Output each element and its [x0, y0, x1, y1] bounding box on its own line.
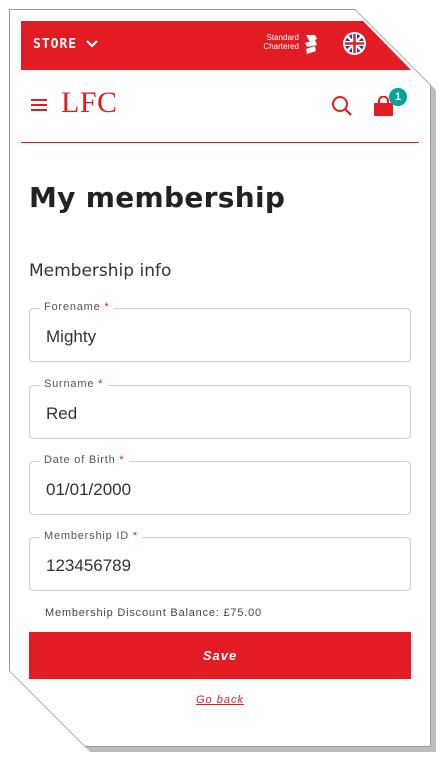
store-bar: STORE Standard Chartered	[21, 21, 411, 70]
search-icon[interactable]	[331, 95, 353, 117]
save-button[interactable]: Save	[29, 632, 411, 679]
store-selector-label[interactable]: STORE	[33, 37, 77, 52]
go-back-link[interactable]: Go back	[21, 694, 419, 706]
page-content: STORE Standard Chartered LFC 1 My member…	[21, 21, 419, 706]
device-frame: STORE Standard Chartered LFC 1 My member…	[9, 9, 431, 747]
discount-balance: Membership Discount Balance: £75.00	[45, 607, 262, 619]
uk-flag-icon[interactable]	[342, 31, 367, 56]
sponsor-text: Standard Chartered	[257, 33, 299, 51]
surname-label: Surname *	[40, 378, 108, 390]
surname-input[interactable]	[46, 404, 386, 424]
date-of-birth-label: Date of Birth *	[40, 454, 129, 466]
date-of-birth-field[interactable]: Date of Birth *	[29, 454, 411, 515]
sponsor-line-2: Chartered	[263, 42, 299, 51]
forename-field[interactable]: Forename *	[29, 301, 411, 362]
forename-label: Forename *	[40, 301, 114, 313]
site-header: LFC 1	[21, 70, 419, 143]
page-title: My membership	[29, 181, 286, 214]
membership-id-field[interactable]: Membership ID *	[29, 530, 411, 591]
lfc-logo[interactable]: LFC	[61, 86, 118, 120]
cart-count-badge: 1	[389, 88, 407, 106]
screen: STORE Standard Chartered LFC 1 My member…	[10, 10, 430, 746]
date-of-birth-input[interactable]	[46, 480, 386, 500]
standard-chartered-logo-icon	[305, 35, 317, 54]
section-title: Membership info	[29, 261, 172, 281]
sponsor-line-1: Standard	[266, 33, 299, 42]
membership-id-label: Membership ID *	[40, 530, 142, 542]
forename-input[interactable]	[46, 327, 386, 347]
membership-id-input[interactable]	[46, 556, 386, 576]
surname-field[interactable]: Surname *	[29, 378, 411, 439]
menu-icon[interactable]	[31, 98, 49, 112]
chevron-down-icon[interactable]	[85, 37, 99, 51]
